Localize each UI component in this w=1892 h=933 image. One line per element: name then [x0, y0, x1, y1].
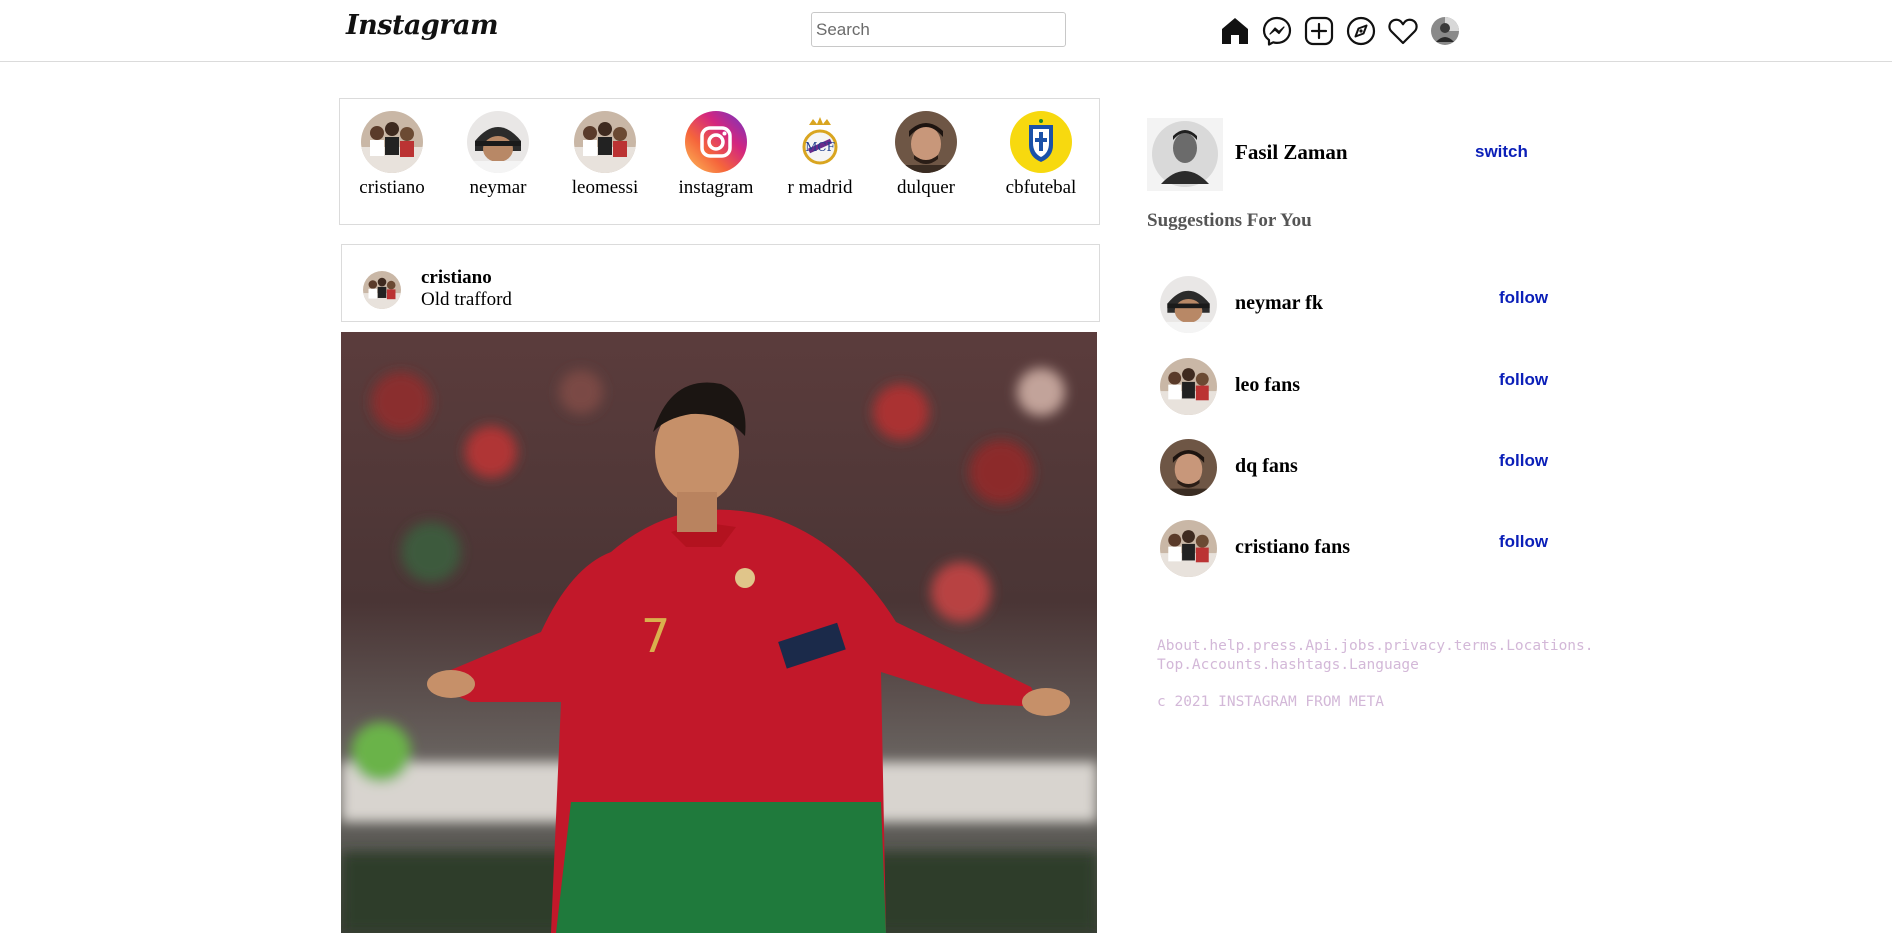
story-item[interactable]: r madrid — [770, 111, 870, 199]
suggestion-username[interactable]: leo fans — [1235, 374, 1300, 397]
suggestion-username[interactable]: neymar fk — [1235, 292, 1323, 315]
suggestion-avatar[interactable] — [1160, 520, 1217, 577]
story-avatar — [361, 111, 423, 173]
story-username: dulquer — [896, 177, 956, 198]
footer: About.help.press.Api.jobs.privacy.terms.… — [1157, 637, 1617, 712]
current-user-avatar[interactable] — [1147, 118, 1223, 191]
story-item[interactable]: instagram — [666, 111, 766, 199]
story-item[interactable]: dulquer — [876, 111, 976, 199]
new-post-icon[interactable] — [1303, 15, 1335, 47]
suggestion-username[interactable]: dq fans — [1235, 455, 1298, 478]
current-user-name[interactable]: Fasil Zaman — [1235, 140, 1348, 165]
cbf-crest-avatar — [1010, 111, 1072, 173]
footer-links-line-1[interactable]: About.help.press.Api.jobs.privacy.terms.… — [1157, 637, 1617, 656]
suggestion-avatar[interactable] — [1160, 439, 1217, 496]
suggestion-item: leo fans follow — [1160, 358, 1560, 415]
instagram-logo[interactable]: Instagram — [346, 10, 499, 41]
story-item[interactable]: neymar — [448, 111, 548, 199]
suggestion-username[interactable]: cristiano fans — [1235, 536, 1350, 559]
suggestion-item: cristiano fans follow — [1160, 520, 1560, 577]
story-username: neymar — [469, 177, 527, 198]
explore-icon[interactable] — [1345, 15, 1377, 47]
post-header: cristiano Old trafford — [341, 244, 1100, 322]
follow-button[interactable]: follow — [1499, 532, 1548, 552]
follow-button[interactable]: follow — [1499, 451, 1548, 471]
profile-avatar[interactable] — [1429, 15, 1461, 47]
suggestion-avatar[interactable] — [1160, 358, 1217, 415]
top-navigation-bar: Instagram — [0, 0, 1892, 62]
suggestions-title: Suggestions For You — [1147, 210, 1312, 231]
footer-links-line-2[interactable]: Top.Accounts.hashtags.Language — [1157, 656, 1617, 675]
story-avatar — [574, 111, 636, 173]
story-item[interactable]: cristiano — [342, 111, 442, 199]
story-username: leomessi — [571, 177, 639, 198]
post-location[interactable]: Old trafford — [421, 289, 512, 311]
search-input[interactable] — [811, 12, 1066, 47]
story-avatar — [467, 111, 529, 173]
follow-button[interactable]: follow — [1499, 370, 1548, 390]
footer-copyright: c 2021 INSTAGRAM FROM META — [1157, 694, 1384, 710]
suggestion-item: neymar fk follow — [1160, 276, 1560, 333]
post-author-avatar[interactable] — [363, 271, 401, 309]
post-username[interactable]: cristiano — [421, 267, 492, 289]
story-username: cristiano — [359, 177, 425, 198]
heart-icon[interactable] — [1387, 15, 1419, 47]
home-icon[interactable] — [1219, 15, 1251, 47]
story-username: instagram — [678, 177, 754, 198]
messenger-icon[interactable] — [1261, 15, 1293, 47]
post-image[interactable]: 7 — [341, 332, 1097, 933]
story-username: r madrid — [787, 177, 853, 198]
story-avatar — [895, 111, 957, 173]
current-user-card: Fasil Zaman switch — [1147, 118, 1547, 191]
svg-text:7: 7 — [641, 609, 670, 663]
story-username: cbfutebal — [1005, 177, 1077, 198]
story-item[interactable]: leomessi — [555, 111, 655, 199]
switch-account-link[interactable]: switch — [1475, 142, 1528, 162]
stories-bar: cristiano neymar leomessi instagram r ma… — [339, 98, 1100, 225]
instagram-logo-avatar — [685, 111, 747, 173]
suggestion-item: dq fans follow — [1160, 439, 1560, 496]
real-madrid-crest-avatar — [789, 111, 851, 173]
story-item[interactable]: cbfutebal — [991, 111, 1091, 199]
follow-button[interactable]: follow — [1499, 288, 1548, 308]
suggestion-avatar[interactable] — [1160, 276, 1217, 333]
